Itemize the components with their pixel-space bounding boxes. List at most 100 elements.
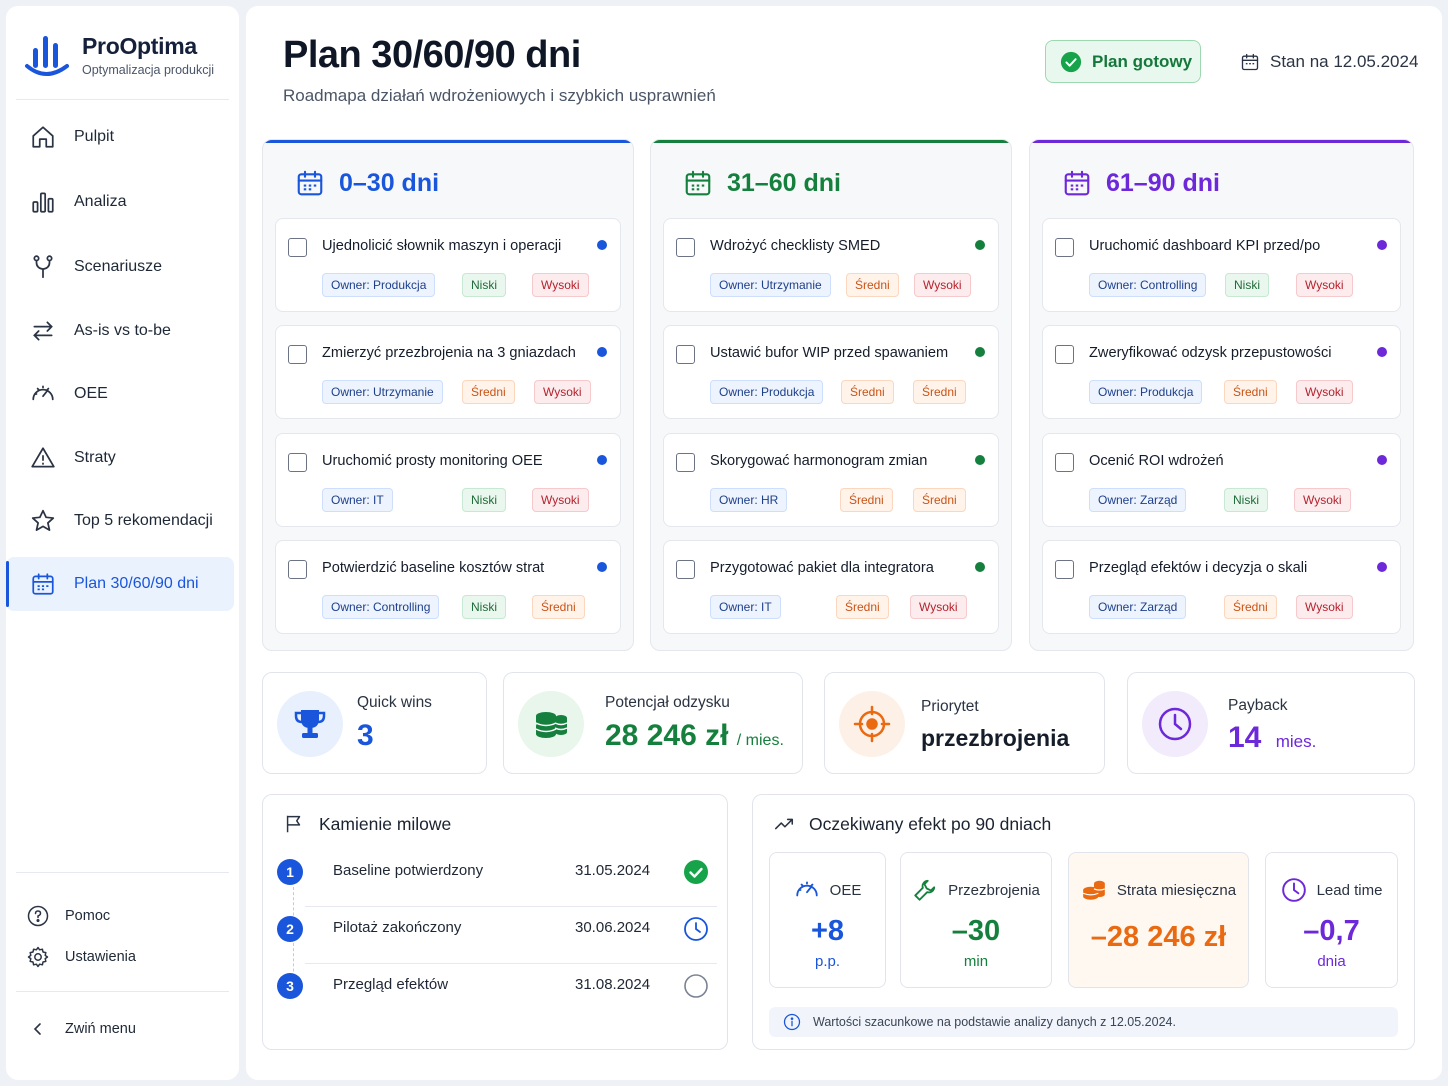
task-title: Uruchomić prosty monitoring OEE — [322, 453, 543, 469]
effort-chip: Niski — [462, 595, 506, 619]
task-card[interactable]: Ujednolicić słownik maszyn i operacji Ow… — [275, 218, 621, 312]
task-checkbox[interactable] — [288, 238, 307, 257]
wrench-icon — [914, 879, 936, 901]
task-card[interactable]: Potwierdzić baseline kosztów strat Owner… — [275, 540, 621, 634]
effort-chip: Średni — [836, 595, 889, 619]
calendar-icon — [297, 170, 323, 196]
task-checkbox[interactable] — [288, 345, 307, 364]
brand[interactable]: ProOptima Optymalizacja produkcji — [24, 30, 214, 80]
task-checkbox[interactable] — [676, 560, 695, 579]
kpi-label: Quick wins — [357, 694, 432, 711]
task-title: Zmierzyć przezbrojenia na 3 gniazdach — [322, 345, 576, 361]
panel-header: Oczekiwany efekt po 90 dniach — [773, 813, 1051, 835]
task-card[interactable]: Wdrożyć checklisty SMED Owner: Utrzymani… — [663, 218, 999, 312]
effect-unit: dnia — [1317, 953, 1346, 970]
effect-label: Lead time — [1316, 881, 1383, 899]
sidebar-item-oee[interactable]: OEE — [6, 367, 234, 421]
branch-icon — [33, 255, 53, 278]
task-card[interactable]: Przygotować pakiet dla integratora Owner… — [663, 540, 999, 634]
effect-value: –30 — [951, 915, 1001, 947]
trophy-icon — [277, 691, 343, 757]
sidebar-item-straty[interactable]: Straty — [6, 431, 234, 485]
status-badge: Plan gotowy — [1045, 40, 1201, 83]
sidebar-item-scenariusze[interactable]: Scenariusze — [6, 240, 234, 294]
calendar-icon — [1064, 170, 1090, 196]
status-badge-label: Plan gotowy — [1092, 51, 1193, 71]
column-61-90: 61–90 dni Uruchomić dashboard KPI przed/… — [1029, 139, 1414, 651]
trend-up-icon — [774, 818, 794, 830]
kpi-payback: Payback 14 mies. — [1127, 672, 1415, 774]
calendar-icon — [685, 170, 711, 196]
column-header: 31–60 dni — [683, 168, 841, 198]
check-circle-icon — [684, 860, 708, 884]
task-card[interactable]: Ocenić ROI wdrożeń Owner: Zarząd Niski Wys… — [1042, 433, 1401, 527]
task-checkbox[interactable] — [676, 238, 695, 257]
sidebar-item-top-5[interactable]: Top 5 rekomendacji — [6, 494, 234, 548]
effect-unit: p.p. — [814, 953, 841, 970]
settings-link[interactable]: Ustawienia — [26, 945, 136, 969]
sidebar-item-label: Scenariusze — [74, 258, 163, 275]
column-0-30: 0–30 dni Ujednolicić słownik maszyn i op… — [262, 139, 634, 651]
panel-title: Oczekiwany efekt po 90 dniach — [809, 813, 1052, 834]
milestone-row: 3 Przegląd efektów 31.08.2024 — [277, 959, 713, 1016]
effect-label: Przezbrojenia — [948, 881, 1040, 899]
sidebar-item-label: Top 5 rekomendacji — [74, 512, 213, 529]
star-icon — [31, 509, 55, 531]
effort-chip: Średni — [462, 380, 515, 404]
task-title: Przegląd efektów i decyzja o skali — [1089, 560, 1308, 576]
sidebar-item-analiza[interactable]: Analiza — [6, 175, 234, 229]
task-checkbox[interactable] — [1055, 238, 1074, 257]
task-card[interactable]: Przegląd efektów i decyzja o skali Owner… — [1042, 540, 1401, 634]
task-title: Ujednolicić słownik maszyn i operacji — [322, 238, 562, 254]
task-checkbox[interactable] — [1055, 560, 1074, 579]
empty-circle-icon — [684, 974, 708, 998]
task-card[interactable]: Zmierzyć przezbrojenia na 3 gniazdach Ow… — [275, 325, 621, 419]
effect-card-changeovers: Przezbrojenia –30 min — [900, 852, 1052, 988]
milestone-number: 1 — [277, 859, 303, 885]
task-checkbox[interactable] — [1055, 453, 1074, 472]
task-title: Zweryfikować odzysk przepustowości — [1089, 345, 1332, 361]
task-card[interactable]: Skorygować harmonogram zmian Owner: HR Śr… — [663, 433, 999, 527]
effort-chip: Średni — [1224, 595, 1277, 619]
column-title: 31–60 dni — [727, 168, 841, 197]
task-title: Potwierdzić baseline kosztów strat — [322, 560, 545, 576]
info-note: Wartości szacunkowe na podstawie analizy… — [769, 1007, 1398, 1037]
effect-card-oee: OEE +8 p.p. — [769, 852, 886, 988]
sidebar-item-plan[interactable]: Plan 30/60/90 dni — [6, 557, 234, 611]
impact-chip: Średni — [913, 488, 966, 512]
sidebar-divider — [16, 991, 229, 992]
status-dot — [1377, 347, 1387, 357]
clock-icon — [1142, 691, 1208, 757]
kpi-label: Potencjał odzysku — [605, 694, 730, 711]
info-note-text: Wartości szacunkowe na podstawie analizy… — [813, 1015, 1176, 1029]
task-card[interactable]: Ustawić bufor WIP przed spawaniem Owner:… — [663, 325, 999, 419]
effort-chip: Średni — [840, 488, 893, 512]
milestones-panel: Kamienie milowe 1 Baseline potwierdzony … — [262, 794, 728, 1050]
task-checkbox[interactable] — [288, 560, 307, 579]
impact-chip: Wysoki — [1296, 595, 1353, 619]
brand-subtitle: Optymalizacja produkcji — [82, 63, 214, 77]
owner-chip: Owner: Utrzymanie — [710, 273, 831, 297]
task-card[interactable]: Uruchomić prosty monitoring OEE Owner: I… — [275, 433, 621, 527]
kpi-priority: Priorytet przezbrojenia — [824, 672, 1105, 774]
column-31-60: 31–60 dni Wdrożyć checklisty SMED Owner:… — [650, 139, 1012, 651]
calendar-icon — [1241, 53, 1259, 71]
sidebar-item-label: Pulpit — [74, 128, 115, 145]
page-title: Plan 30/60/90 dni — [283, 34, 581, 76]
task-checkbox[interactable] — [676, 453, 695, 472]
task-checkbox[interactable] — [676, 345, 695, 364]
effort-chip: Niski — [462, 488, 506, 512]
sidebar-item-as-is-vs-to-be[interactable]: As-is vs to-be — [6, 304, 234, 358]
task-checkbox[interactable] — [288, 453, 307, 472]
page-subtitle: Roadmapa działań wdrożeniowych i szybkic… — [283, 86, 716, 105]
task-card[interactable]: Uruchomić dashboard KPI przed/po Owner: … — [1042, 218, 1401, 312]
coins-icon — [1082, 880, 1105, 900]
collapse-menu-button[interactable]: Zwiń menu — [26, 1017, 136, 1041]
help-link[interactable]: Pomoc — [26, 904, 110, 928]
status-dot — [1377, 455, 1387, 465]
date-stamp-label: Stan na 12.05.2024 — [1270, 52, 1419, 71]
task-card[interactable]: Zweryfikować odzysk przepustowości Owner… — [1042, 325, 1401, 419]
sidebar-item-pulpit[interactable]: Pulpit — [6, 110, 234, 164]
task-checkbox[interactable] — [1055, 345, 1074, 364]
kpi-unit: mies. — [1275, 732, 1317, 751]
